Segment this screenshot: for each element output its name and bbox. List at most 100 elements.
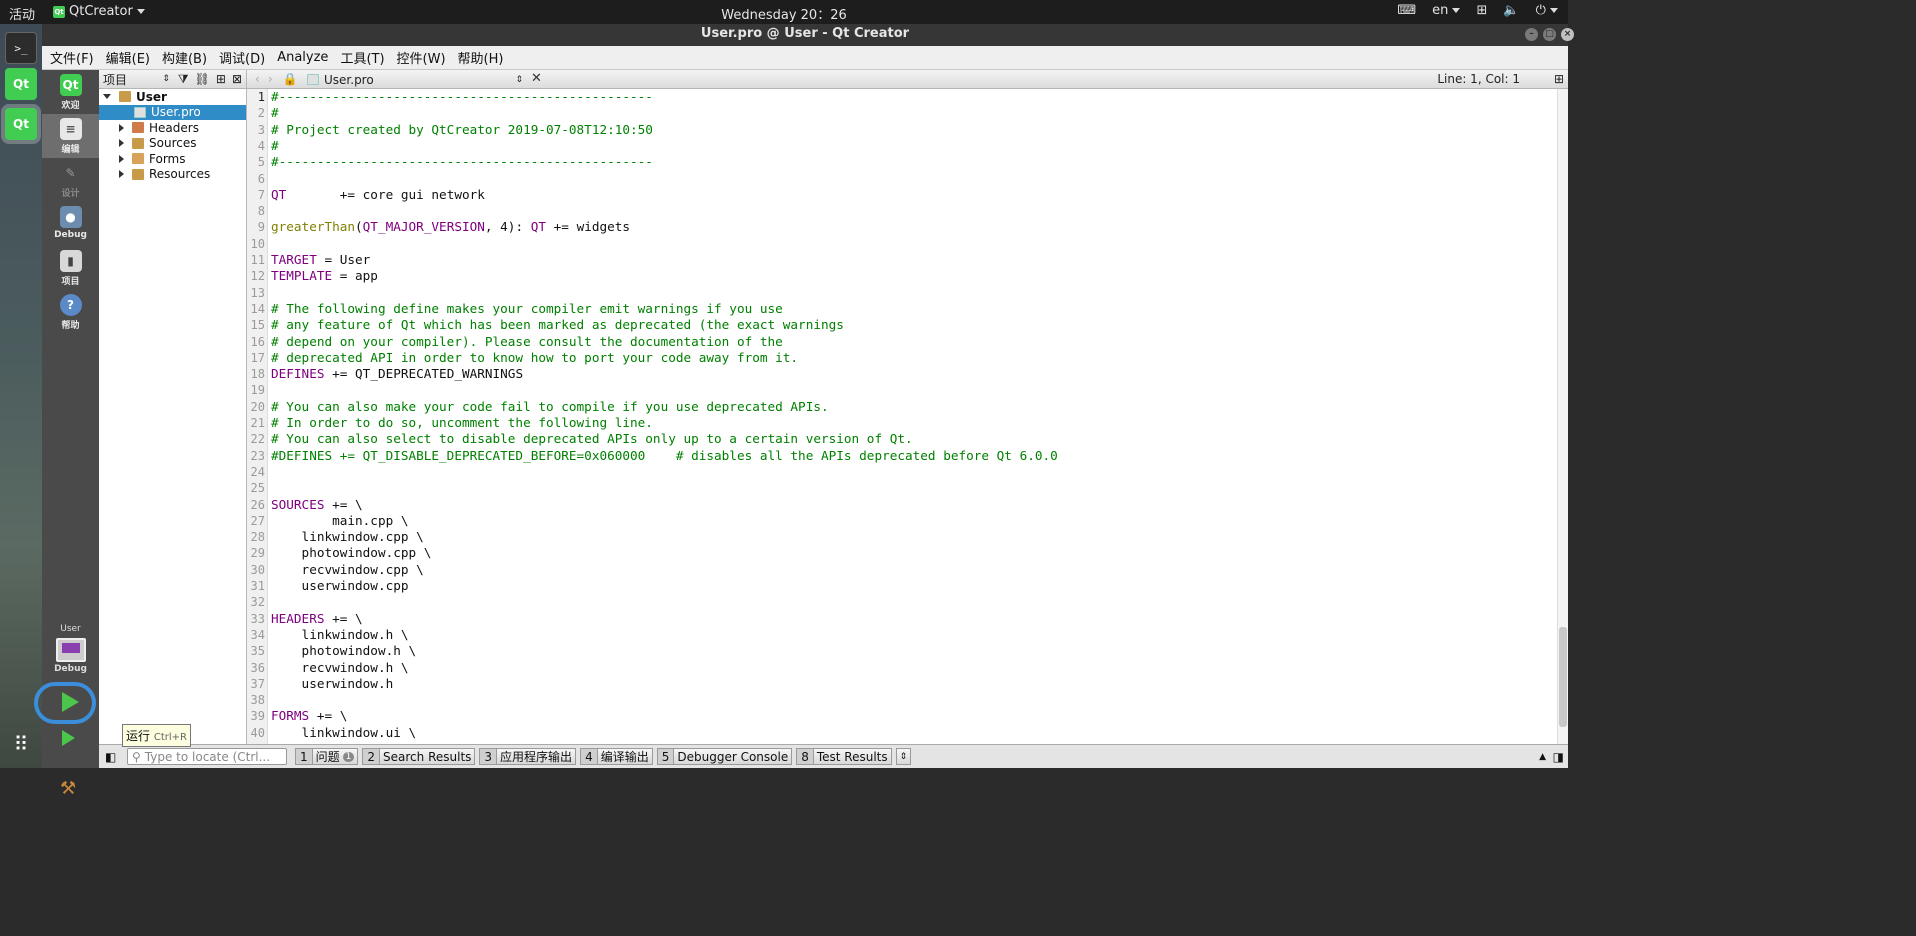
- nav-back-icon[interactable]: ‹: [255, 72, 260, 86]
- line-number: 28: [250, 530, 265, 545]
- document-selector[interactable]: User.pro ⇕: [307, 71, 523, 88]
- code-line[interactable]: photowindow.cpp \: [271, 545, 432, 561]
- project-pane-title[interactable]: 项目: [103, 71, 127, 88]
- tree-item-forms[interactable]: Forms: [99, 151, 246, 167]
- tab-search-results[interactable]: 2 Search Results: [362, 748, 476, 765]
- code-line[interactable]: # deprecated API in order to know how to…: [271, 350, 798, 366]
- menu-build[interactable]: 构建(B): [162, 48, 207, 67]
- nav-forward-icon[interactable]: ›: [268, 72, 273, 86]
- close-document-icon[interactable]: ✕: [531, 71, 542, 86]
- show-applications-icon[interactable]: ⠿: [5, 728, 37, 760]
- code-line[interactable]: main.cpp \: [271, 513, 408, 529]
- link-icon[interactable]: ⛓: [195, 72, 210, 86]
- tab-test-results[interactable]: 8 Test Results: [796, 748, 892, 765]
- tab-compile-output[interactable]: 4 编译输出: [580, 748, 653, 765]
- code-line[interactable]: SOURCES += \: [271, 497, 363, 513]
- minimize-button[interactable]: –: [1525, 28, 1538, 41]
- scrollbar-thumb[interactable]: [1559, 627, 1567, 727]
- code-line[interactable]: # You can also make your code fail to co…: [271, 399, 829, 415]
- terminal-icon[interactable]: >_: [5, 32, 37, 64]
- menu-file[interactable]: 文件(F): [50, 48, 94, 67]
- code-line[interactable]: photowindow.h \: [271, 643, 417, 659]
- qt-creator-icon[interactable]: Qt: [5, 108, 37, 140]
- tab-debugger-console[interactable]: 5 Debugger Console: [656, 748, 793, 765]
- close-pane-icon[interactable]: ⊠: [232, 72, 242, 86]
- code-line[interactable]: FORMS += \: [271, 708, 347, 724]
- mode-projects[interactable]: ▮ 项目: [42, 246, 99, 290]
- tree-root-user[interactable]: User: [99, 89, 246, 105]
- code-line[interactable]: # any feature of Qt which has been marke…: [271, 317, 844, 333]
- maximize-button[interactable]: □: [1543, 28, 1556, 41]
- code-line[interactable]: recvwindow.h \: [271, 660, 409, 676]
- collapsed-arrow-icon: [119, 154, 124, 163]
- code-line[interactable]: #: [271, 105, 279, 121]
- code-line[interactable]: #DEFINES += QT_DISABLE_DEPRECATED_BEFORE…: [271, 448, 1058, 464]
- code-line[interactable]: userwindow.h: [271, 676, 394, 692]
- code-line[interactable]: # The following define makes your compil…: [271, 301, 783, 317]
- code-line[interactable]: linkwindow.cpp \: [271, 529, 424, 545]
- tab-issues[interactable]: 1 问题 1: [295, 748, 359, 765]
- tree-item-headers[interactable]: Headers: [99, 120, 246, 136]
- code-line[interactable]: # You can also select to disable depreca…: [271, 431, 913, 447]
- tree-item-user-pro[interactable]: User.pro: [99, 104, 246, 120]
- keyboard-icon[interactable]: ⌨: [1397, 3, 1416, 18]
- tree-item-sources[interactable]: Sources: [99, 136, 246, 152]
- mode-welcome[interactable]: Qt 欢迎: [42, 70, 99, 114]
- vertical-scrollbar[interactable]: [1557, 89, 1568, 744]
- code-line[interactable]: recvwindow.cpp \: [271, 562, 424, 578]
- language-indicator[interactable]: en: [1432, 3, 1461, 18]
- tab-label: Test Results: [816, 749, 888, 764]
- menu-analyze[interactable]: Analyze: [277, 50, 328, 65]
- close-output-icon[interactable]: ◨: [1553, 750, 1564, 764]
- clock[interactable]: Wednesday 20：26: [0, 4, 1568, 23]
- more-tabs-button[interactable]: ⇕: [895, 748, 912, 765]
- locator-input[interactable]: ⚲ Type to locate (Ctrl...: [127, 748, 287, 765]
- code-line[interactable]: TARGET = User: [271, 252, 370, 268]
- menu-help[interactable]: 帮助(H): [458, 48, 504, 67]
- close-button[interactable]: ×: [1561, 28, 1574, 41]
- debug-run-button[interactable]: [62, 730, 80, 748]
- toggle-sidebar-icon[interactable]: ◧: [105, 750, 116, 764]
- code-line[interactable]: QT += core gui network: [271, 187, 485, 203]
- code-line[interactable]: # Project created by QtCreator 2019-07-0…: [271, 122, 653, 138]
- split-icon[interactable]: ⊞: [216, 72, 226, 86]
- collapsed-arrow-icon: [119, 123, 124, 132]
- code-line[interactable]: #---------------------------------------…: [271, 154, 653, 170]
- code-line[interactable]: #: [271, 138, 279, 154]
- mode-debug[interactable]: ● Debug: [42, 202, 99, 246]
- menu-edit[interactable]: 编辑(E): [106, 48, 150, 67]
- build-hammer-icon[interactable]: ⚒: [60, 778, 82, 800]
- menu-debug[interactable]: 调试(D): [219, 48, 265, 67]
- volume-icon[interactable]: 🔈: [1503, 3, 1519, 18]
- line-number: 18: [250, 367, 265, 382]
- power-icon[interactable]: ⏻: [1536, 3, 1558, 18]
- updown-icon[interactable]: ⇕: [162, 74, 170, 84]
- code-line[interactable]: DEFINES += QT_DEPRECATED_WARNINGS: [271, 366, 523, 382]
- filter-icon[interactable]: ⧩: [178, 72, 189, 87]
- network-icon[interactable]: ⊞: [1476, 3, 1487, 18]
- code-line[interactable]: TEMPLATE = app: [271, 268, 378, 284]
- menu-tools[interactable]: 工具(T): [340, 48, 384, 67]
- mode-help[interactable]: ? 帮助: [42, 290, 99, 334]
- code-line[interactable]: linkwindow.h \: [271, 627, 409, 643]
- split-editor-icon[interactable]: ⊞: [1554, 72, 1564, 86]
- code-line[interactable]: # depend on your compiler). Please consu…: [271, 334, 783, 350]
- run-button[interactable]: [50, 686, 90, 718]
- qt-designer-icon[interactable]: Qt: [5, 68, 37, 100]
- code-line[interactable]: greaterThan(QT_MAJOR_VERSION, 4): QT += …: [271, 219, 630, 235]
- mode-design[interactable]: ✎ 设计: [42, 158, 99, 202]
- menu-controls[interactable]: 控件(W): [397, 48, 446, 67]
- tree-item-resources[interactable]: Resources: [99, 167, 246, 183]
- maximize-output-icon[interactable]: ▲: [1539, 752, 1546, 762]
- tab-application-output[interactable]: 3 应用程序输出: [479, 748, 577, 765]
- code-line[interactable]: #---------------------------------------…: [271, 89, 653, 105]
- code-area[interactable]: #---------------------------------------…: [271, 89, 1551, 744]
- code-line[interactable]: HEADERS += \: [271, 611, 363, 627]
- code-line[interactable]: userwindow.cpp: [271, 578, 409, 594]
- mode-edit[interactable]: ≡ 编辑: [42, 114, 99, 158]
- code-line[interactable]: # In order to do so, uncomment the follo…: [271, 415, 653, 431]
- code-line[interactable]: linkwindow.ui \: [271, 725, 417, 741]
- line-number: 7: [257, 187, 265, 202]
- kit-selector[interactable]: User Debug: [42, 624, 99, 674]
- mode-projects-label: 项目: [61, 277, 80, 287]
